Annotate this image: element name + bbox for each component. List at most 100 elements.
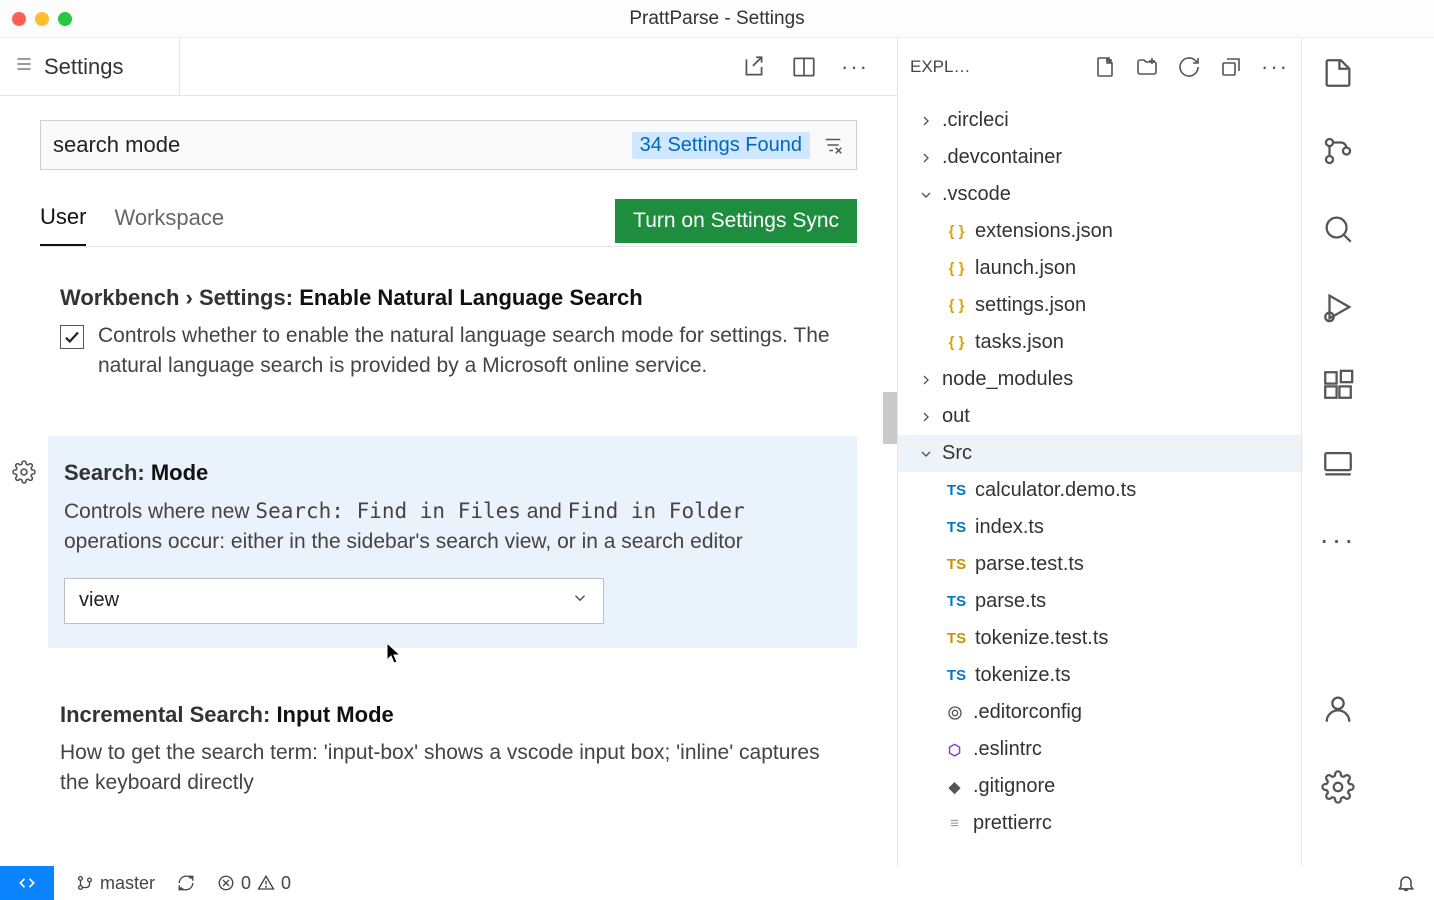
folder-item[interactable]: node_modules [898,361,1301,398]
tree-label: index.ts [975,516,1044,539]
search-activity-icon[interactable] [1321,212,1355,246]
more-actions-button[interactable]: ··· [841,54,869,80]
setting-search-mode: Search: Mode Controls where new Search: … [48,436,857,648]
scope-tab-workspace[interactable]: Workspace [114,197,224,245]
settings-list: Workbench › Settings: Enable Natural Lan… [40,277,857,807]
file-item[interactable]: { }tasks.json [898,324,1301,361]
refresh-button[interactable] [1177,55,1201,79]
chevron-icon [916,372,936,388]
setting-title: Workbench › Settings: Enable Natural Lan… [60,285,845,311]
explorer-activity-icon[interactable] [1321,56,1355,90]
tree-label: .circleci [942,109,1009,132]
tree-label: .editorconfig [973,701,1082,724]
tree-label: prettierrc [973,812,1052,835]
minimize-window-button[interactable] [35,12,49,26]
new-folder-button[interactable] [1135,55,1159,79]
chevron-icon [916,150,936,166]
setting-natural-language-search: Workbench › Settings: Enable Natural Lan… [48,277,857,390]
chevron-icon [916,113,936,129]
file-item[interactable]: ⬡.eslintrc [898,731,1301,768]
window-title: PrattParse - Settings [629,8,804,30]
file-item[interactable]: { }settings.json [898,287,1301,324]
settings-tab[interactable]: Settings [0,38,180,95]
remote-indicator[interactable] [0,866,54,900]
chevron-icon [916,187,936,203]
extensions-activity-icon[interactable] [1321,368,1355,402]
tree-label: .gitignore [973,775,1055,798]
activity-more-button[interactable]: ··· [1320,524,1357,556]
chevron-icon [916,446,936,462]
git-branch-status[interactable]: master [76,873,155,894]
warning-count: 0 [281,873,291,894]
manage-gear-icon[interactable] [1321,770,1355,804]
tree-label: tokenize.test.ts [975,627,1108,650]
folder-item[interactable]: .circleci [898,102,1301,139]
tree-label: calculator.demo.ts [975,479,1136,502]
editor-tabbar: Settings ··· [0,38,897,96]
file-item[interactable]: { }launch.json [898,250,1301,287]
tree-label: .devcontainer [942,146,1062,169]
maximize-window-button[interactable] [58,12,72,26]
close-window-button[interactable] [12,12,26,26]
run-debug-activity-icon[interactable] [1321,290,1355,324]
account-icon[interactable] [1321,692,1355,726]
file-item[interactable]: TSparse.test.ts [898,546,1301,583]
settings-search-row: 34 Settings Found [40,120,857,170]
tree-label: Src [942,442,972,465]
file-item[interactable]: ≡prettierrc [898,805,1301,842]
file-item[interactable]: { }extensions.json [898,213,1301,250]
settings-search-input[interactable] [53,132,632,158]
clear-filter-button[interactable] [822,134,844,156]
new-file-button[interactable] [1093,55,1117,79]
file-item[interactable]: TSparse.ts [898,583,1301,620]
file-item[interactable]: ◆.gitignore [898,768,1301,805]
file-item[interactable]: TScalculator.demo.ts [898,472,1301,509]
tree-label: extensions.json [975,220,1113,243]
tree-label: .vscode [942,183,1011,206]
settings-found-count: 34 Settings Found [632,132,810,159]
settings-icon [14,54,34,79]
scope-tab-user[interactable]: User [40,196,86,246]
explorer-panel: EXPL… ··· .circleci .devcontainer .vscode {… [898,38,1302,866]
open-json-button[interactable] [741,54,767,80]
file-item[interactable]: TStokenize.ts [898,657,1301,694]
scrollbar-thumb[interactable] [883,392,897,444]
tree-label: parse.test.ts [975,553,1084,576]
notifications-button[interactable] [1396,873,1416,893]
collapse-all-button[interactable] [1219,55,1243,79]
window-titlebar: PrattParse - Settings [0,0,1434,38]
setting-description: How to get the search term: 'input-box' … [60,738,845,799]
folder-item[interactable]: Src [898,435,1301,472]
setting-checkbox[interactable] [60,325,84,349]
file-item[interactable]: TStokenize.test.ts [898,620,1301,657]
setting-title: Incremental Search: Input Mode [60,702,845,728]
explorer-more-button[interactable]: ··· [1261,54,1289,80]
tree-label: node_modules [942,368,1073,391]
setting-description: Controls whether to enable the natural l… [98,321,845,382]
folder-item[interactable]: out [898,398,1301,435]
settings-sync-button[interactable]: Turn on Settings Sync [615,199,857,243]
split-editor-button[interactable] [791,54,817,80]
gear-icon[interactable] [12,460,36,489]
file-item[interactable]: TSindex.ts [898,509,1301,546]
remote-activity-icon[interactable] [1321,446,1355,480]
file-tree: .circleci .devcontainer .vscode { }extensio… [898,96,1301,848]
explorer-header: EXPL… ··· [898,38,1301,96]
sync-status[interactable] [177,874,195,892]
search-mode-dropdown[interactable]: view [64,578,604,624]
error-count: 0 [241,873,251,894]
file-item[interactable]: .editorconfig [898,694,1301,731]
folder-item[interactable]: .devcontainer [898,139,1301,176]
settings-tab-label: Settings [44,54,124,80]
folder-item[interactable]: .vscode [898,176,1301,213]
problems-status[interactable]: 0 0 [217,873,291,894]
settings-scope-tabs: User Workspace Turn on Settings Sync [40,196,857,247]
setting-description: Controls where new Search: Find in Files… [64,496,841,558]
editor-area: Settings ··· 34 Settings Found [0,38,898,866]
chevron-icon [916,409,936,425]
dropdown-value: view [79,589,119,612]
tree-label: settings.json [975,294,1086,317]
chevron-down-icon [571,589,589,613]
source-control-activity-icon[interactable] [1321,134,1355,168]
tree-label: out [942,405,970,428]
